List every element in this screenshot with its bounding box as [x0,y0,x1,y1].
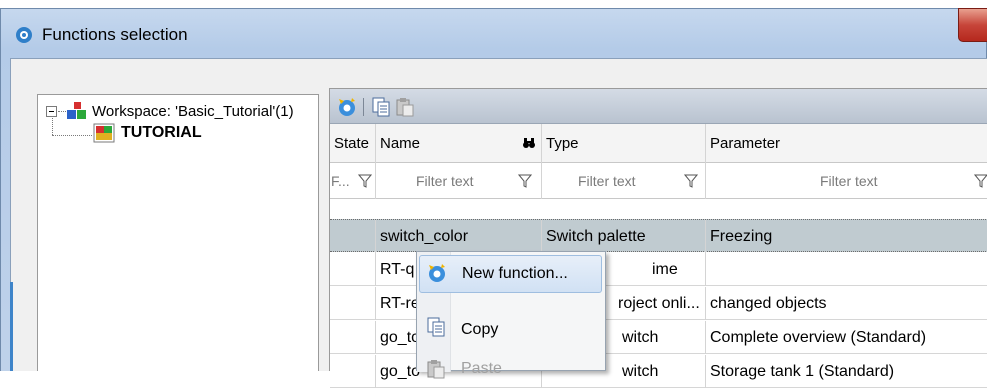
tree-connector [58,110,66,112]
filter-type-input[interactable]: Filter text [578,163,636,199]
title-bar[interactable]: Functions selection [0,8,987,58]
column-header-type[interactable]: Type [542,124,706,163]
tree-node-tutorial[interactable]: TUTORIAL [93,123,202,143]
close-button[interactable] [958,8,987,42]
copy-icon [427,317,445,337]
menu-item-paste[interactable]: Paste [419,352,602,390]
column-header-parameter[interactable]: Parameter [706,124,987,163]
tree-node-workspace[interactable]: Workspace: 'Basic_Tutorial'(1) [46,101,294,121]
menu-item-label: Copy [461,321,499,338]
cell-parameter: Complete overview (Standard) [710,329,927,346]
collapse-icon[interactable] [46,105,57,117]
column-header-name-label: Name [380,135,421,152]
project-icon [93,123,115,143]
cell-type: Switch palette [542,220,706,253]
menu-item-new-function[interactable]: New function... [419,255,602,293]
grid-header-row: State Name Type Parameter [330,124,987,163]
cell-name: switch_color [376,220,542,253]
column-header-name[interactable]: Name [376,124,542,163]
app-gear-icon [16,27,32,43]
binoculars-icon[interactable] [522,136,536,150]
filter-funnel-icon[interactable] [684,174,698,188]
new-function-icon [429,264,445,282]
tree-label-workspace: Workspace: 'Basic_Tutorial'(1) [92,102,294,120]
grid-toolbar [330,89,987,124]
filter-funnel-icon[interactable] [358,174,372,188]
toolbar-separator [363,98,364,116]
menu-item-copy[interactable]: Copy [419,312,602,350]
filter-state-text: F... [331,173,350,189]
context-menu: New function... Copy Paste [416,251,606,379]
cell-state [330,355,376,388]
cell-state [330,321,376,354]
cell-parameter [706,253,987,286]
focus-strip [10,282,13,371]
cell-parameter: Freezing [710,228,773,245]
filter-parameter-input[interactable]: Filter text [820,163,878,199]
paste-icon [427,360,445,379]
cell-state [330,220,376,253]
filter-cell-state[interactable]: F... [330,163,376,199]
filter-cell-name[interactable]: Filter text [376,163,542,199]
paste-icon[interactable] [394,96,416,118]
cell-state [330,287,376,320]
filter-funnel-icon[interactable] [974,174,987,188]
filter-cell-parameter[interactable]: Filter text [706,163,987,199]
new-function-icon[interactable] [336,96,358,118]
cell-parameter: changed objects [710,295,827,312]
menu-item-label: Paste [461,360,502,377]
table-row[interactable]: switch_color Switch palette Freezing [330,219,987,253]
filter-funnel-icon[interactable] [518,174,532,188]
cell-parameter: Storage tank 1 (Standard) [710,363,895,380]
cell-state [330,253,376,286]
tree-label-tutorial: TUTORIAL [121,124,202,141]
tree-connector [52,135,92,136]
workspace-icon [67,102,86,119]
menu-item-label: New function... [462,265,568,282]
filter-name-input[interactable]: Filter text [416,163,474,199]
window-title: Functions selection [42,25,188,44]
column-header-state[interactable]: State [330,124,376,163]
copy-icon[interactable] [370,96,392,118]
filter-row: F... Filter text Filter text Filter text [330,163,987,199]
workspace-tree[interactable]: Workspace: 'Basic_Tutorial'(1) TUTORIAL [37,94,319,371]
filter-cell-type[interactable]: Filter text [542,163,706,199]
screen-top [0,0,987,8]
